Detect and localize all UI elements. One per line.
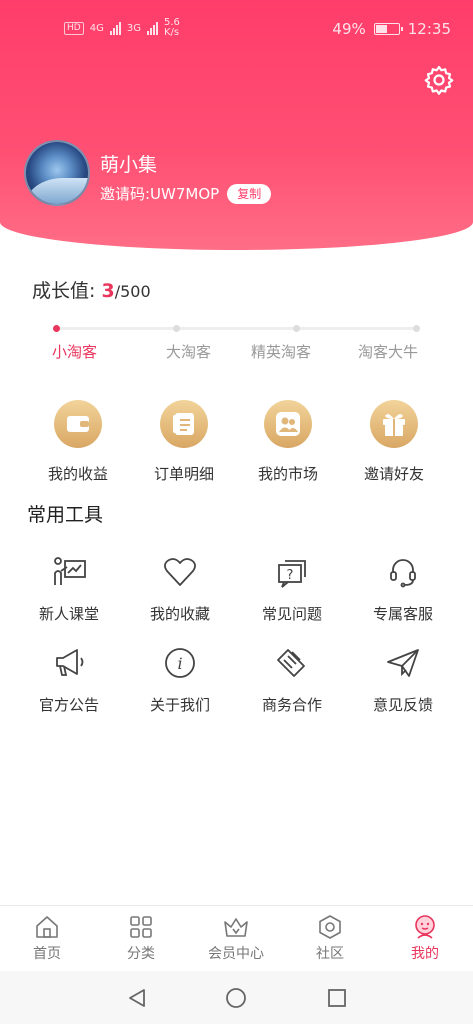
level-dot [413, 325, 420, 332]
megaphone-icon [56, 649, 84, 676]
tab-category[interactable]: 分类 [94, 914, 188, 963]
system-navigation-bar [0, 971, 473, 1024]
level-progress-track [53, 325, 420, 332]
feedback-label: 意见反馈 [372, 696, 433, 714]
profile-header: HD 4G 3G 5.6 K/s 49% 12:35 萌小集 邀请码:UW7MO… [0, 0, 473, 250]
avatar[interactable] [24, 140, 90, 206]
battery-icon [373, 23, 403, 35]
tab-category-label: 分类 [127, 946, 155, 962]
back-triangle-icon[interactable] [126, 987, 148, 1009]
my-favorites-button[interactable]: 我的收藏 [125, 555, 235, 624]
about-us-label: 关于我们 [149, 696, 210, 714]
invite-friends-button[interactable]: 邀请好友 [339, 400, 449, 484]
bottom-tab-bar: 首页 分类 会员中心 社区 我的 [0, 905, 473, 971]
my-market-label: 我的市场 [257, 465, 318, 483]
status-bar: HD 4G 3G 5.6 K/s 49% 12:35 [0, 14, 473, 44]
tab-home-label: 首页 [33, 946, 61, 962]
announcement-button[interactable]: 官方公告 [14, 646, 124, 715]
order-details-button[interactable]: 订单明细 [129, 400, 239, 484]
announcement-label: 官方公告 [38, 696, 99, 714]
my-earnings-button[interactable]: 我的收益 [23, 400, 133, 484]
battery-percent: 49% [332, 20, 366, 38]
about-us-button[interactable]: i 关于我们 [125, 646, 235, 715]
tab-community[interactable]: 社区 [283, 914, 377, 963]
gift-icon [370, 400, 418, 448]
info-icon: i [165, 648, 195, 678]
hd-badge: HD [64, 21, 84, 35]
home-circle-icon[interactable] [225, 987, 247, 1009]
tools-row-1: 新人课堂 我的收藏 ? 常见问题 专属客服 [0, 555, 473, 635]
settings-gear-icon[interactable] [423, 64, 455, 96]
invite-code-row: 邀请码:UW7MOP 复制 [100, 183, 272, 204]
signal-icon [109, 21, 121, 35]
order-details-label: 订单明细 [153, 465, 214, 483]
tools-row-2: 官方公告 i 关于我们 商务合作 意见反馈 [0, 646, 473, 726]
recents-square-icon[interactable] [326, 987, 348, 1009]
growth-current: 3 [101, 280, 115, 302]
my-market-button[interactable]: 我的市场 [233, 400, 343, 484]
customer-service-label: 专属客服 [372, 605, 433, 623]
question-icon: ? [278, 560, 306, 588]
level-label-1: 小淘客 [52, 343, 98, 361]
svg-text:i: i [177, 654, 182, 673]
newbie-class-button[interactable]: 新人课堂 [14, 555, 124, 624]
copy-button[interactable]: 复制 [227, 183, 272, 204]
growth-max: /500 [114, 282, 151, 301]
invite-code: 邀请码:UW7MOP [100, 185, 220, 203]
level-label-4: 淘客大牛 [358, 343, 419, 361]
status-right: 49% 12:35 [332, 20, 451, 38]
level-dot [293, 325, 300, 332]
level-dot [53, 325, 60, 332]
my-favorites-label: 我的收藏 [149, 605, 210, 623]
users-icon [264, 400, 312, 448]
order-list-icon [160, 400, 208, 448]
tab-mine[interactable]: 我的 [378, 914, 472, 963]
growth-label: 成长值: [32, 280, 96, 302]
newbie-class-label: 新人课堂 [38, 605, 99, 623]
classroom-icon [54, 557, 86, 585]
handshake-icon [277, 649, 305, 677]
wallet-icon [54, 400, 102, 448]
profile-icon [415, 915, 435, 939]
headset-icon [390, 559, 416, 588]
tab-mine-label: 我的 [411, 946, 439, 962]
faq-button[interactable]: ? 常见问题 [237, 555, 347, 624]
username: 萌小集 [100, 154, 158, 176]
business-cooperation-label: 商务合作 [261, 696, 322, 714]
network-speed: 5.6 K/s [163, 17, 180, 38]
level-label-2: 大淘客 [166, 343, 212, 361]
tools-section-title: 常用工具 [27, 504, 104, 526]
tab-home[interactable]: 首页 [0, 914, 94, 963]
network-3g-label: 3G [126, 22, 141, 34]
grid-icon [130, 916, 152, 938]
my-earnings-label: 我的收益 [47, 465, 108, 483]
network-4g-label: 4G [89, 22, 104, 34]
svg-text:?: ? [287, 568, 294, 583]
business-cooperation-button[interactable]: 商务合作 [237, 646, 347, 715]
crown-icon [224, 918, 248, 937]
paper-plane-icon [387, 649, 419, 677]
level-label-3: 精英淘客 [251, 343, 312, 361]
signal-icon-2 [146, 21, 158, 35]
feedback-button[interactable]: 意见反馈 [348, 646, 458, 715]
tab-member-center[interactable]: 会员中心 [189, 914, 283, 963]
invite-friends-label: 邀请好友 [363, 465, 424, 483]
quick-functions: 我的收益 订单明细 我的市场 邀请好友 [0, 400, 473, 490]
heart-icon [164, 558, 196, 586]
level-dot [173, 325, 180, 332]
faq-label: 常见问题 [261, 605, 322, 623]
growth-value: 成长值: 3/500 [32, 276, 151, 303]
home-icon [36, 916, 58, 938]
network-indicators: HD 4G 3G 5.6 K/s [64, 18, 180, 38]
tab-member-center-label: 会员中心 [208, 946, 264, 962]
customer-service-button[interactable]: 专属客服 [348, 555, 458, 624]
clock: 12:35 [407, 20, 451, 38]
level-labels: 小淘客 大淘客 精英淘客 淘客大牛 [0, 341, 473, 363]
tab-community-label: 社区 [316, 946, 344, 962]
hexagon-icon [319, 915, 341, 939]
